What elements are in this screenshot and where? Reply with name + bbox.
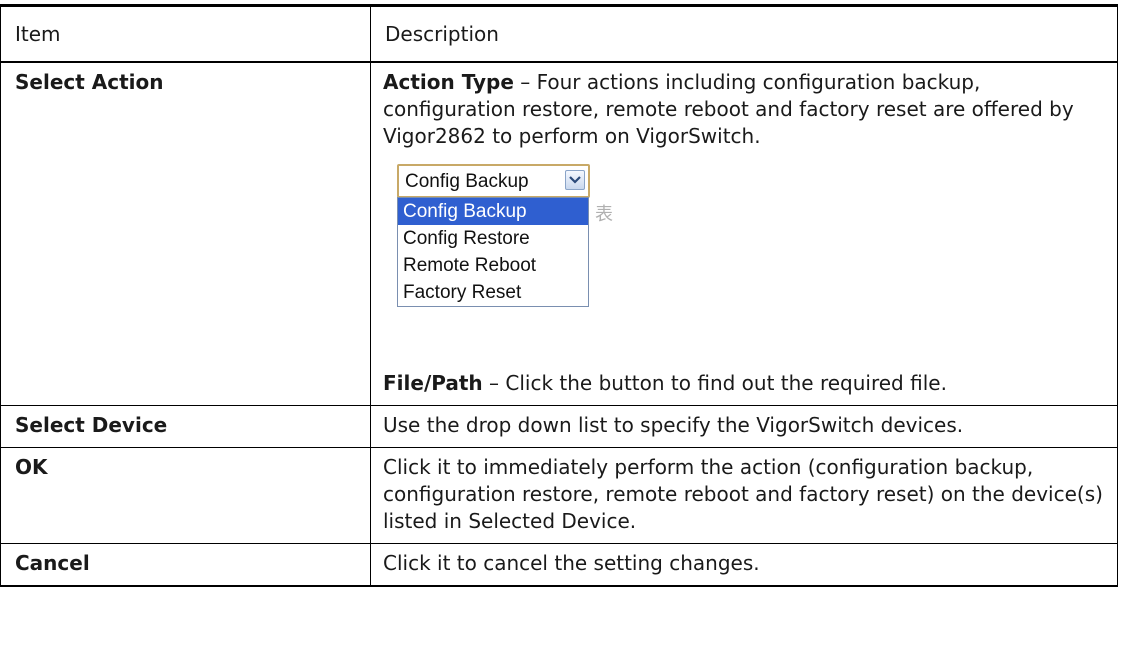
chevron-down-icon[interactable] <box>565 170 585 190</box>
action-select-value: Config Backup <box>405 171 529 192</box>
row-item-cancel: Cancel <box>0 543 371 587</box>
table-row: Select Device Use the drop down list to … <box>0 405 1118 448</box>
term-file-path: File/Path <box>383 371 483 395</box>
action-type-paragraph: Action Type – Four actions including con… <box>383 69 1105 150</box>
option-config-backup[interactable]: Config Backup <box>398 198 588 225</box>
action-options-list: Config Backup Config Restore Remote Rebo… <box>397 197 589 307</box>
header-description: Description <box>370 4 1118 63</box>
action-dropdown-figure: Config Backup Config Backup Config Resto… <box>397 164 1105 356</box>
row-item-select-device: Select Device <box>0 405 371 448</box>
row-item-select-action: Select Action <box>0 62 371 406</box>
option-factory-reset[interactable]: Factory Reset <box>398 279 588 306</box>
row-desc-ok: Click it to immediately perform the acti… <box>370 447 1118 544</box>
table-row: Cancel Click it to cancel the setting ch… <box>0 543 1118 587</box>
background-glyph: 表 <box>595 204 613 224</box>
description-table: Item Description Select Action Action Ty… <box>0 4 1118 587</box>
row-desc-cancel: Click it to cancel the setting changes. <box>370 543 1118 587</box>
header-item: Item <box>0 4 371 63</box>
file-path-paragraph: File/Path – Click the button to find out… <box>383 370 1105 397</box>
row-desc-select-action: Action Type – Four actions including con… <box>370 62 1118 406</box>
row-desc-select-device: Use the drop down list to specify the Vi… <box>370 405 1118 448</box>
file-path-text: – Click the button to find out the requi… <box>482 371 947 395</box>
row-item-ok: OK <box>0 447 371 544</box>
term-action-type: Action Type <box>383 70 514 94</box>
action-select[interactable]: Config Backup <box>397 164 590 198</box>
table-row: Select Action Action Type – Four actions… <box>0 62 1118 406</box>
table-row: OK Click it to immediately perform the a… <box>0 447 1118 544</box>
option-remote-reboot[interactable]: Remote Reboot <box>398 252 588 279</box>
option-config-restore[interactable]: Config Restore <box>398 225 588 252</box>
table-header-row: Item Description <box>0 4 1118 63</box>
